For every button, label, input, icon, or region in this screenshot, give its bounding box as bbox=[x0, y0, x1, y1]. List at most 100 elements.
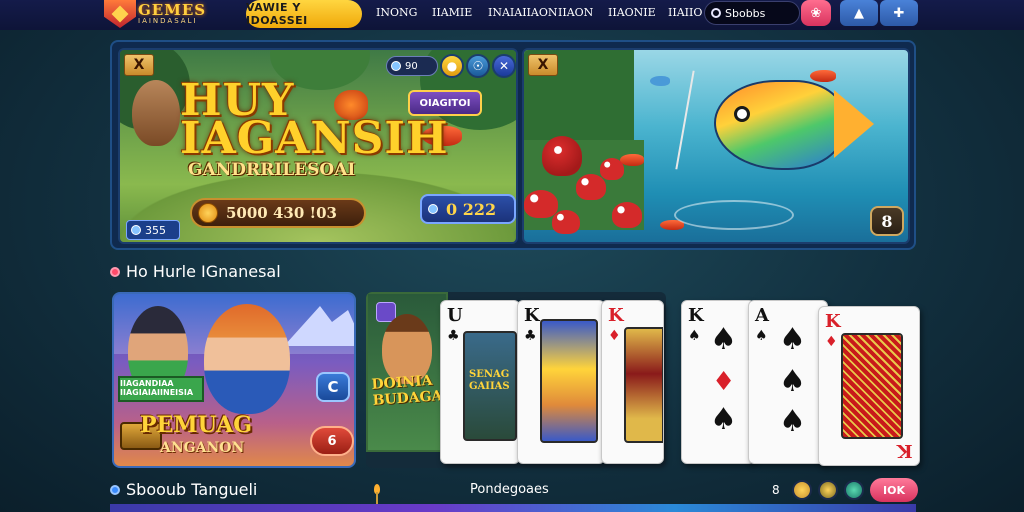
cup-icon: ▲ bbox=[854, 5, 864, 21]
coin-balance: 5000 430 !03 bbox=[190, 198, 366, 228]
close-tag-button[interactable]: X bbox=[124, 54, 154, 76]
mushroom-illustration bbox=[576, 174, 606, 200]
mushroom-illustration bbox=[612, 202, 642, 228]
hero-left-panel[interactable]: X HUY IAGANSIH GANDRRILESOAI 90 ● ☉ ✕ OI… bbox=[118, 48, 518, 244]
game-a-subtitle: ANGANON bbox=[160, 440, 245, 456]
fish-illustration bbox=[620, 154, 644, 166]
gem-icon bbox=[131, 225, 141, 235]
coin-icon[interactable] bbox=[792, 480, 812, 500]
bottom-pink-button[interactable]: IOK bbox=[870, 478, 918, 502]
logo[interactable]: GEMES IAINDASALI bbox=[104, 0, 206, 28]
playing-card-6[interactable]: K ♦ K bbox=[818, 306, 920, 466]
card-face-art bbox=[624, 327, 663, 443]
mushroom-illustration bbox=[524, 190, 558, 218]
card-rank: U bbox=[447, 305, 463, 326]
nav-link-2[interactable]: IIAMIE bbox=[432, 6, 472, 19]
info-icon bbox=[391, 61, 401, 71]
search-box[interactable] bbox=[704, 1, 800, 25]
card-rank: K bbox=[524, 305, 540, 326]
search-icon bbox=[711, 8, 721, 18]
category-label[interactable]: Pondegoaes bbox=[470, 482, 549, 497]
bottom-strip bbox=[110, 504, 916, 512]
card-rank: K bbox=[688, 305, 704, 326]
spade-icon: ♠ bbox=[710, 402, 737, 437]
trophy-icon[interactable] bbox=[818, 480, 838, 500]
mushroom-illustration bbox=[552, 210, 580, 234]
diamond-icon: ♦ bbox=[712, 367, 736, 397]
card-rank: K bbox=[897, 440, 913, 461]
fish-illustration bbox=[810, 70, 836, 82]
puzzle-icon: ✚ bbox=[893, 5, 905, 21]
cup-button[interactable]: ▲ bbox=[840, 0, 878, 26]
fishing-line bbox=[675, 70, 695, 170]
nav-link-6[interactable]: IIAIIO bbox=[668, 6, 702, 19]
playing-card-3[interactable]: K ♦ bbox=[601, 300, 664, 464]
hero-action-button[interactable]: OIAGITOI bbox=[408, 90, 482, 116]
top-nav: GEMES IAINDASALI VAWIE Y IDOASSEI INONG … bbox=[0, 0, 1024, 30]
nav-link-3[interactable]: INAIAIIAON bbox=[488, 6, 557, 19]
game-card-a[interactable]: IIAGANDIAA IIAGIAIAIINEISIA PEMUAG ANGAN… bbox=[112, 292, 356, 468]
spade-icon: ♠ bbox=[779, 322, 806, 357]
spade-icon: ♠ bbox=[710, 322, 737, 357]
coin-icon[interactable]: ● bbox=[440, 54, 464, 78]
diamond-icon: ♦ bbox=[608, 328, 621, 344]
search-input[interactable] bbox=[725, 6, 795, 20]
creature-illustration bbox=[132, 80, 180, 146]
playing-card-2[interactable]: K ♣ bbox=[517, 300, 605, 464]
spade-icon: ♠ bbox=[688, 328, 701, 344]
coin-icon bbox=[198, 203, 218, 223]
playing-card-4[interactable]: K ♠ ♠ ♦ ♠ bbox=[681, 300, 755, 464]
water-ripple bbox=[674, 200, 794, 230]
tools-icon[interactable]: ✕ bbox=[492, 54, 516, 78]
big-fish-illustration bbox=[714, 80, 844, 170]
settings-button[interactable]: ❀ bbox=[801, 0, 831, 26]
playing-card-5[interactable]: A ♠ ♠ ♠ ♠ bbox=[748, 300, 828, 464]
card-rank: K bbox=[608, 305, 624, 326]
section-dot-icon bbox=[110, 484, 120, 495]
bet-indicator[interactable]: 90 bbox=[386, 56, 438, 76]
club-icon: ♣ bbox=[524, 328, 537, 344]
section-dot-icon bbox=[110, 266, 120, 277]
section-title-2: Sbooub Tangueli bbox=[110, 480, 257, 499]
club-icon: ♣ bbox=[447, 328, 460, 344]
globe-icon[interactable]: ☉ bbox=[466, 54, 490, 78]
playing-card-1[interactable]: U ♣ SENAG GAIIAS bbox=[440, 300, 520, 464]
settings-icon: ❀ bbox=[810, 5, 822, 21]
spade-icon: ♠ bbox=[779, 404, 806, 439]
character-illustration bbox=[204, 304, 290, 414]
level-badge: 355 bbox=[126, 220, 180, 240]
diamond-icon: ♦ bbox=[825, 334, 838, 350]
fish-illustration bbox=[650, 76, 670, 86]
close-tag-button[interactable]: X bbox=[528, 54, 558, 76]
nav-link-1[interactable]: INONG bbox=[376, 6, 417, 19]
game-a-title: PEMUAG bbox=[140, 412, 253, 438]
chip-label: 8 bbox=[772, 483, 780, 497]
hero-subtitle: GANDRRILESOAI bbox=[188, 160, 356, 180]
hero-right-panel[interactable]: X 8 bbox=[522, 48, 910, 244]
right-corner-button[interactable]: 8 bbox=[870, 206, 904, 236]
fish-tail bbox=[834, 90, 874, 158]
score-display[interactable]: 0 222 bbox=[420, 194, 516, 224]
nav-main-pill-button[interactable]: VAWIE Y IDOASSEI bbox=[246, 0, 362, 28]
game-a-tag: IIAGANDIAA IIAGIAIAIINEISIA bbox=[118, 376, 204, 402]
puzzle-button[interactable]: ✚ bbox=[880, 0, 918, 26]
logo-subtitle: IAINDASALI bbox=[138, 17, 198, 25]
mushroom-illustration bbox=[600, 158, 624, 180]
card-rank: K bbox=[825, 311, 841, 332]
game-b-art: DOINIA BUDAGAN bbox=[366, 292, 456, 452]
nav-link-4[interactable]: IIAON bbox=[558, 6, 593, 19]
logo-icon bbox=[104, 0, 136, 28]
gem-icon bbox=[428, 204, 438, 214]
torch-icon bbox=[370, 484, 384, 504]
mushroom-illustration bbox=[542, 136, 582, 176]
card-face-art bbox=[841, 333, 903, 439]
nav-link-5[interactable]: IIAONIE bbox=[608, 6, 656, 19]
section-title-1: Ho Hurle IGnanesal bbox=[110, 262, 281, 281]
gem-icon[interactable] bbox=[844, 480, 864, 500]
card-rank: A bbox=[755, 305, 769, 326]
game-a-c-button[interactable]: C bbox=[316, 372, 350, 402]
card-art-title: SENAG GAIIAS bbox=[469, 369, 510, 392]
card-face-art bbox=[540, 319, 598, 443]
game-a-play-button[interactable]: 6 bbox=[310, 426, 354, 456]
spade-icon: ♠ bbox=[779, 364, 806, 399]
